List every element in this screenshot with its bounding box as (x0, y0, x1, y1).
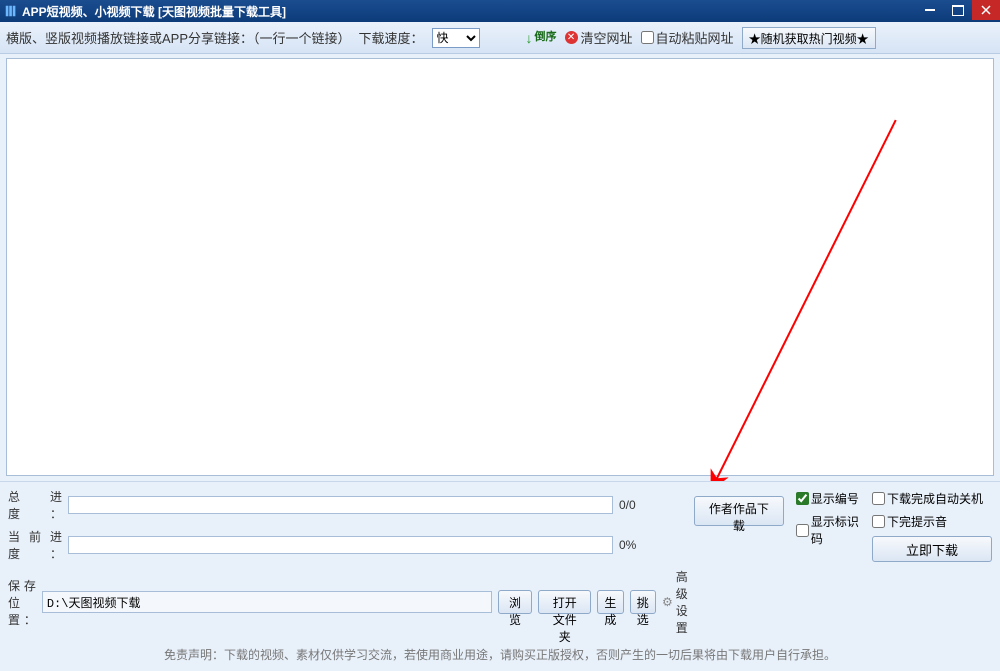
show-id-code-checkbox[interactable]: 显示标识码 (796, 513, 860, 547)
content-area (0, 54, 1000, 481)
clear-urls-link[interactable]: ✕ 清空网址 (565, 28, 633, 47)
clear-icon: ✕ (565, 31, 578, 44)
total-progress-label: 总 进 度： (8, 488, 62, 522)
auto-shutdown-checkbox[interactable]: 下载完成自动关机 (872, 490, 992, 507)
total-progress-bar (68, 496, 613, 514)
arrow-down-icon: ↓ (526, 30, 533, 46)
browse-button[interactable]: 浏览 (498, 590, 532, 614)
save-path-input[interactable] (42, 591, 492, 613)
maximize-button[interactable] (944, 0, 972, 20)
toolbar: 横版、竖版视频播放链接或APP分享链接：（一行一个链接） 下载速度： 快 ↓ 倒… (0, 22, 1000, 54)
current-progress-text: 0% (619, 538, 649, 552)
bottom-panel: 总 进 度： 0/0 当前进度： 0% 保存位置： 浏览 打开文件夹 生成 挑选… (0, 481, 1000, 671)
auto-paste-checkbox[interactable]: 自动粘贴网址 (641, 28, 734, 47)
random-videos-button[interactable]: ★随机获取热门视频★ (742, 27, 876, 49)
save-path-label: 保存位置： (8, 577, 36, 628)
minimize-button[interactable] (916, 0, 944, 20)
author-works-download-button[interactable]: 作者作品下载 (694, 496, 784, 526)
current-progress-label: 当前进度： (8, 528, 62, 562)
download-now-button[interactable]: 立即下载 (872, 536, 992, 562)
open-folder-button[interactable]: 打开文件夹 (538, 590, 591, 614)
disclaimer-text: 免责声明：下载的视频、素材仅供学习交流，若使用商业用途，请购买正版授权，否则产生… (8, 642, 992, 669)
instruction-text: 横版、竖版视频播放链接或APP分享链接：（一行一个链接） (6, 28, 351, 47)
sound-on-done-checkbox[interactable]: 下完提示音 (872, 513, 992, 530)
total-progress-text: 0/0 (619, 498, 649, 512)
gear-icon: ⚙ (662, 595, 673, 609)
select-button[interactable]: 挑选 (630, 590, 656, 614)
titlebar: APP短视频、小视频下载 [天图视频批量下载工具] (0, 0, 1000, 22)
speed-label: 下载速度： (359, 28, 424, 47)
advanced-settings-link[interactable]: ⚙ 高级设置 (662, 568, 694, 636)
generate-button[interactable]: 生成 (597, 590, 623, 614)
show-number-checkbox[interactable]: 显示编号 (796, 490, 860, 507)
titlebar-title: APP短视频、小视频下载 [天图视频批量下载工具] (22, 3, 916, 20)
speed-select[interactable]: 快 (432, 28, 480, 48)
url-input-textarea[interactable] (6, 58, 994, 476)
app-icon (4, 4, 18, 18)
reverse-order-button[interactable]: ↓ 倒序 (526, 30, 557, 46)
window-controls (916, 0, 1000, 22)
current-progress-bar (68, 536, 613, 554)
close-button[interactable] (972, 0, 1000, 20)
